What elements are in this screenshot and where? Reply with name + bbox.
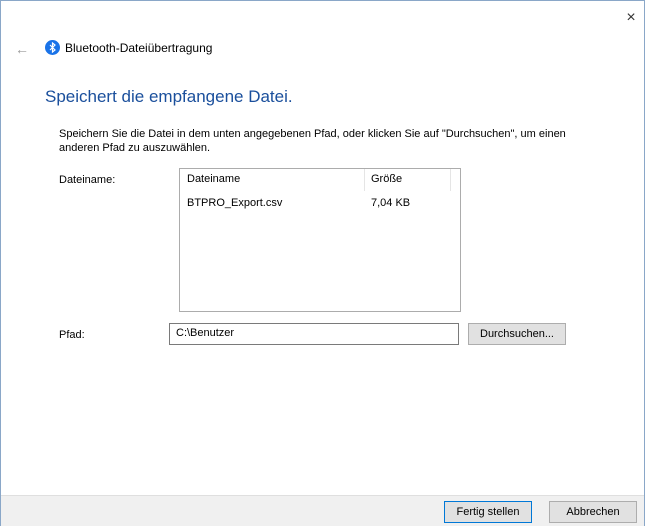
window-title: Bluetooth-Dateiübertragung	[65, 41, 213, 55]
cancel-button[interactable]: Abbrechen	[549, 501, 637, 523]
table-cell-filename[interactable]: BTPRO_Export.csv	[187, 197, 282, 209]
finish-button[interactable]: Fertig stellen	[444, 501, 532, 523]
column-header-name[interactable]: Dateiname	[187, 173, 240, 185]
path-input[interactable]: C:\Benutzer	[169, 323, 459, 345]
column-header-size[interactable]: Größe	[371, 173, 402, 185]
bluetooth-icon	[45, 40, 60, 55]
close-icon[interactable]: ×	[624, 10, 638, 26]
page-heading: Speichert die empfangene Datei.	[45, 87, 293, 106]
path-label: Pfad:	[59, 329, 85, 341]
footer-bar: Fertig stellen Abbrechen	[1, 495, 644, 526]
bluetooth-glyph-icon	[49, 42, 56, 53]
filename-label: Dateiname:	[59, 174, 116, 186]
column-separator	[364, 169, 365, 191]
file-list[interactable]: Dateiname Größe BTPRO_Export.csv 7,04 KB	[179, 168, 461, 312]
back-arrow-icon[interactable]: ←	[15, 41, 29, 57]
table-cell-size: 7,04 KB	[371, 197, 411, 209]
description-text: Speichern Sie die Datei in dem unten ang…	[59, 128, 566, 154]
column-separator	[450, 169, 451, 191]
dialog-window: × ← Bluetooth-Dateiübertragung Speichert…	[0, 0, 645, 526]
browse-button[interactable]: Durchsuchen...	[468, 323, 566, 345]
